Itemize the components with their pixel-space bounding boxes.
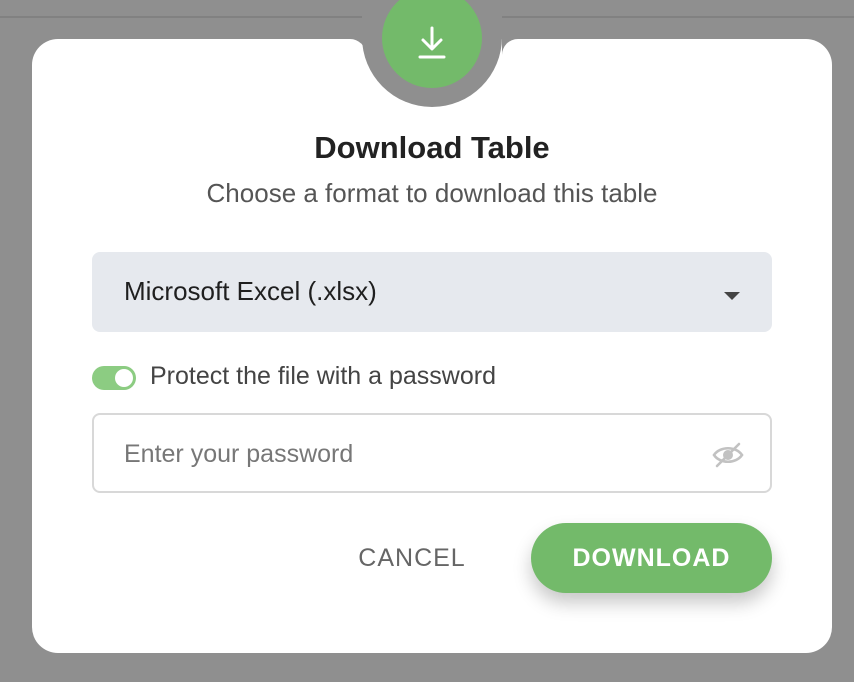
- cancel-button[interactable]: CANCEL: [330, 523, 494, 593]
- password-toggle[interactable]: [92, 366, 136, 390]
- toggle-knob: [115, 369, 133, 387]
- chevron-down-icon: [724, 292, 740, 300]
- download-icon: [418, 26, 446, 59]
- dialog-subtitle: Choose a format to download this table: [206, 178, 658, 208]
- dialog-notch-corner-right: [502, 39, 518, 55]
- format-select-value: Microsoft Excel (.xlsx): [124, 276, 377, 306]
- eye-off-icon[interactable]: [712, 441, 744, 469]
- password-toggle-label: Protect the file with a password: [150, 362, 496, 390]
- dialog-title: Download Table: [314, 130, 550, 165]
- password-field: [92, 413, 772, 493]
- format-select[interactable]: Microsoft Excel (.xlsx): [92, 252, 772, 332]
- download-button[interactable]: DOWNLOAD: [531, 523, 772, 593]
- password-input[interactable]: [124, 435, 684, 473]
